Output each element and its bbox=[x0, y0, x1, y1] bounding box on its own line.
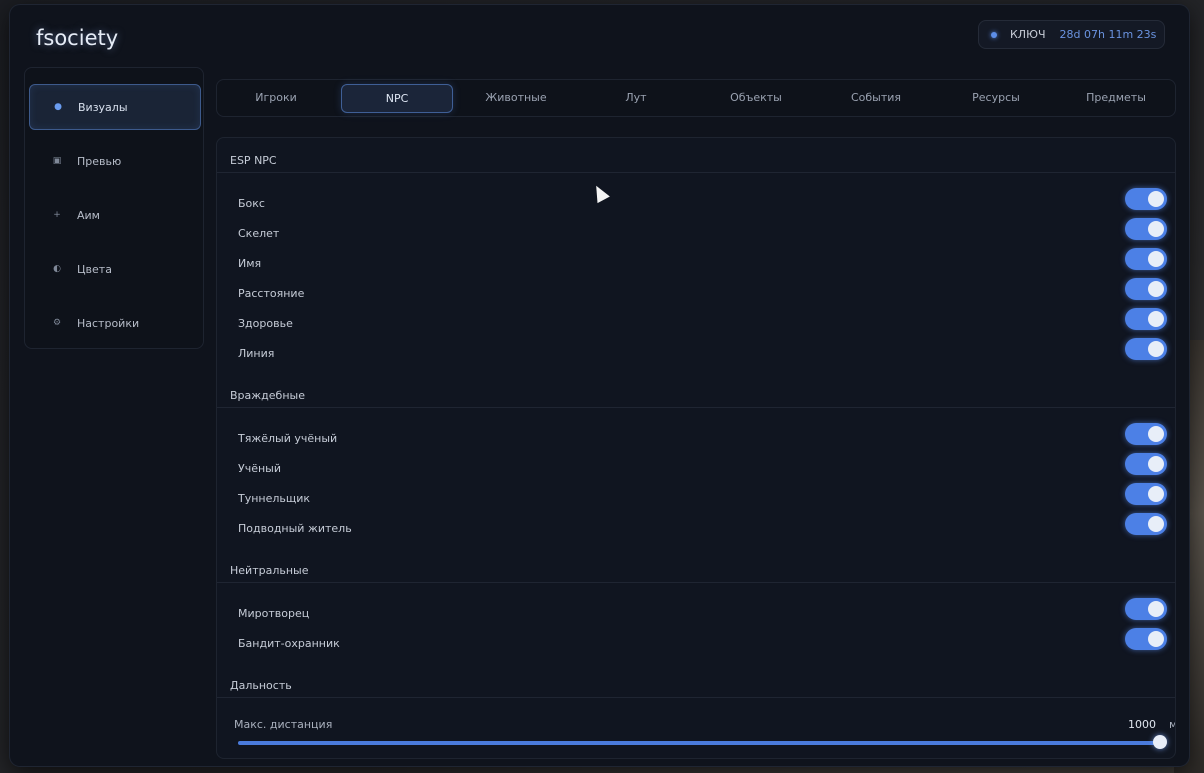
option-label: Подводный житель bbox=[238, 522, 352, 535]
max-distance-unit: м bbox=[1169, 718, 1175, 731]
option-label: Туннельщик bbox=[238, 492, 311, 505]
status-dot-icon bbox=[991, 31, 997, 38]
max-distance-value: 1000 bbox=[1128, 718, 1156, 731]
sidebar-item-preview[interactable]: ▣ Превью bbox=[29, 139, 199, 183]
app-title: fsociety bbox=[36, 26, 119, 50]
section-title: Враждебные bbox=[230, 389, 305, 402]
max-distance-label: Макс. дистанция bbox=[234, 718, 333, 731]
toggle-bandit-guard[interactable] bbox=[1125, 628, 1167, 650]
tab-events[interactable]: События bbox=[821, 84, 931, 111]
option-label: Линия bbox=[238, 347, 275, 360]
toggle-peacekeeper[interactable] bbox=[1125, 598, 1167, 620]
section-divider bbox=[217, 697, 1175, 698]
option-label: Расстояние bbox=[238, 287, 305, 300]
settings-panel: ESP NPC Бокс Скелет Имя Расстояние Здоро… bbox=[216, 137, 1176, 759]
square-icon: ▣ bbox=[52, 156, 62, 166]
toggle-distance[interactable] bbox=[1125, 278, 1167, 300]
toggle-skeleton[interactable] bbox=[1125, 218, 1167, 240]
toggle-underwater-dweller[interactable] bbox=[1125, 513, 1167, 535]
tab-resources[interactable]: Ресурсы bbox=[941, 84, 1051, 111]
tab-players[interactable]: Игроки bbox=[221, 84, 331, 111]
section-divider bbox=[217, 172, 1175, 173]
sidebar: ● Визуалы ▣ Превью + Аим ◐ Цвета ⚙ Настр… bbox=[24, 67, 204, 349]
sidebar-item-settings[interactable]: ⚙ Настройки bbox=[29, 301, 199, 345]
license-time-left: 28d 07h 11m 23s bbox=[1059, 28, 1157, 41]
toggle-tunnel-dweller[interactable] bbox=[1125, 483, 1167, 505]
toggle-line[interactable] bbox=[1125, 338, 1167, 360]
toggle-name[interactable] bbox=[1125, 248, 1167, 270]
section-title: Нейтральные bbox=[230, 564, 309, 577]
section-title: ESP NPC bbox=[230, 154, 277, 167]
half-circle-icon: ◐ bbox=[53, 264, 61, 274]
sidebar-item-label: Настройки bbox=[77, 316, 140, 330]
option-label: Бокс bbox=[238, 197, 265, 210]
option-label: Учёный bbox=[238, 462, 281, 475]
section-title: Дальность bbox=[230, 679, 292, 692]
sidebar-item-label: Цвета bbox=[77, 262, 112, 276]
section-divider bbox=[217, 407, 1175, 408]
section-divider bbox=[217, 582, 1175, 583]
tab-bar: Игроки NPC Животные Лут Объекты События … bbox=[216, 79, 1176, 117]
max-distance-slider-track[interactable] bbox=[238, 741, 1162, 745]
tab-npc[interactable]: NPC bbox=[341, 84, 453, 113]
option-label: Здоровье bbox=[238, 317, 293, 330]
tab-objects[interactable]: Объекты bbox=[701, 84, 811, 111]
dot-icon: ● bbox=[54, 102, 62, 112]
app-window: fsociety КЛЮЧ 28d 07h 11m 23s ● Визуалы … bbox=[10, 5, 1189, 766]
license-badge: КЛЮЧ 28d 07h 11m 23s bbox=[978, 20, 1165, 49]
license-label: КЛЮЧ bbox=[1010, 28, 1046, 41]
option-label: Имя bbox=[238, 257, 262, 270]
sidebar-item-colors[interactable]: ◐ Цвета bbox=[29, 247, 199, 291]
max-distance-slider-handle[interactable] bbox=[1153, 735, 1167, 749]
tab-items[interactable]: Предметы bbox=[1061, 84, 1171, 111]
gear-icon: ⚙ bbox=[52, 318, 62, 328]
tab-loot[interactable]: Лут bbox=[581, 84, 691, 111]
toggle-heavy-scientist[interactable] bbox=[1125, 423, 1167, 445]
toggle-box[interactable] bbox=[1125, 188, 1167, 210]
toggle-health[interactable] bbox=[1125, 308, 1167, 330]
plus-icon: + bbox=[53, 210, 61, 220]
option-label: Миротворец bbox=[238, 607, 310, 620]
option-label: Тяжёлый учёный bbox=[238, 432, 338, 445]
sidebar-item-label: Превью bbox=[77, 154, 122, 168]
toggle-scientist[interactable] bbox=[1125, 453, 1167, 475]
option-label: Скелет bbox=[238, 227, 280, 240]
sidebar-item-label: Визуалы bbox=[78, 100, 128, 114]
option-label: Бандит-охранник bbox=[238, 637, 340, 650]
sidebar-item-visuals[interactable]: ● Визуалы bbox=[29, 84, 201, 130]
sidebar-item-label: Аим bbox=[77, 208, 100, 222]
tab-animals[interactable]: Животные bbox=[461, 84, 571, 111]
sidebar-item-aim[interactable]: + Аим bbox=[29, 193, 199, 237]
